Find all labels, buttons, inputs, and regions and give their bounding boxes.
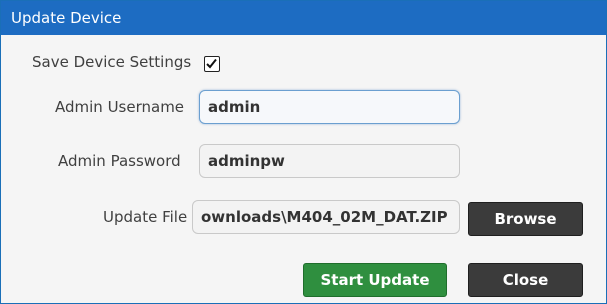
admin-password-label: Admin Password <box>58 152 181 170</box>
update-file-input[interactable]: ownloads\M404_02M_DAT.ZIP <box>192 200 460 234</box>
admin-password-input[interactable]: adminpw <box>199 144 460 178</box>
save-settings-label: Save Device Settings <box>32 53 192 71</box>
save-settings-checkbox[interactable] <box>204 56 220 72</box>
browse-button[interactable]: Browse <box>468 202 583 236</box>
close-button[interactable]: Close <box>468 263 583 297</box>
dialog-title: Update Device <box>1 1 606 35</box>
admin-username-label: Admin Username <box>55 98 185 116</box>
update-device-dialog: Update Device Save Device Settings Admin… <box>0 0 607 304</box>
start-update-button[interactable]: Start Update <box>303 263 447 297</box>
admin-username-input[interactable]: admin <box>199 90 460 124</box>
checkmark-icon <box>206 58 217 69</box>
update-file-label: Update File <box>103 208 188 226</box>
